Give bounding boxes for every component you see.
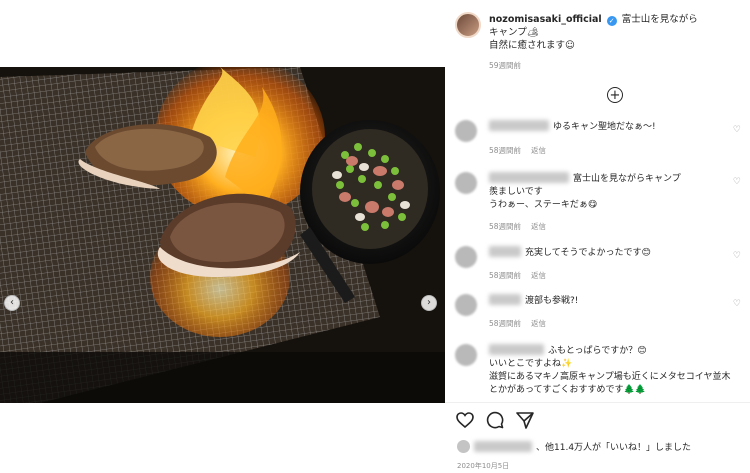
- comment-like-icon[interactable]: ♡: [733, 124, 741, 137]
- comment-avatar[interactable]: [455, 344, 477, 366]
- likes-text: 、他11.4万人が「いいね！」しました: [536, 443, 692, 453]
- comment-time: 58週間前: [489, 222, 522, 231]
- comment-like-icon[interactable]: ♡: [733, 298, 741, 311]
- post-caption: nozomisasaki_official ✓ 富士山を見ながら キャンプ🏕 自…: [489, 13, 739, 52]
- heart-icon[interactable]: [455, 410, 475, 430]
- comment-text: 渡部も参戦?!: [525, 296, 579, 306]
- comment-avatar[interactable]: [455, 246, 477, 268]
- photo-area: ‹ ›: [0, 0, 445, 473]
- comment-text-line2: いいとこですよね✨: [489, 359, 573, 369]
- actions-divider: [445, 402, 750, 403]
- likes-summary[interactable]: 、他11.4万人が「いいね！」しました: [457, 440, 691, 453]
- author-username[interactable]: nozomisasaki_official: [489, 14, 602, 25]
- reply-link[interactable]: 返信: [531, 319, 546, 328]
- grill-photo-illustration: [0, 67, 445, 403]
- add-comment-icon[interactable]: +: [607, 87, 623, 103]
- post-date: 2020年10月5日: [457, 462, 510, 470]
- commenter-name[interactable]: [489, 344, 544, 355]
- commenter-name[interactable]: [489, 246, 521, 257]
- commenter-name[interactable]: [489, 294, 521, 305]
- commenter-name[interactable]: [489, 120, 549, 131]
- commenter-name[interactable]: [489, 172, 569, 183]
- comment-time: 58週間前: [489, 319, 522, 328]
- reply-link[interactable]: 返信: [531, 146, 546, 155]
- comment-text-line3: 滋賀にあるマキノ高原キャンプ場も近くにメタセコイヤ並木: [489, 372, 731, 382]
- comment-avatar[interactable]: [455, 120, 477, 142]
- post-photo[interactable]: ‹ ›: [0, 67, 445, 403]
- caption-line1: 富士山を見ながら: [621, 14, 698, 25]
- comment-text-line4: とかがあってすごくおすすめです🌲🌲: [489, 385, 646, 395]
- post-actions: [455, 410, 535, 430]
- comment-like-icon[interactable]: ♡: [733, 250, 741, 263]
- reply-link[interactable]: 返信: [531, 271, 546, 280]
- liker-name: [474, 441, 532, 452]
- comment-time: 58週間前: [489, 271, 522, 280]
- comment-avatar[interactable]: [455, 294, 477, 316]
- comment-like-icon[interactable]: ♡: [733, 176, 741, 189]
- carousel-next-icon[interactable]: ›: [421, 295, 437, 311]
- comment-icon[interactable]: [485, 410, 505, 430]
- share-icon[interactable]: [515, 410, 535, 430]
- comment-text-line3: うわぁー、ステーキだぁ😋: [489, 200, 598, 210]
- caption-line3: 自然に癒されます☺: [489, 40, 575, 51]
- comment-time: 58週間前: [489, 146, 522, 155]
- carousel-prev-icon[interactable]: ‹: [4, 295, 20, 311]
- verified-icon: ✓: [606, 16, 617, 26]
- post-panel: nozomisasaki_official ✓ 富士山を見ながら キャンプ🏕 自…: [445, 0, 750, 473]
- comment-text: 富士山を見ながらキャンプ: [573, 174, 681, 184]
- caption-line2: キャンプ🏕: [489, 27, 539, 38]
- comment-text-line2: 羨ましいです: [489, 187, 543, 197]
- caption-time: 59週間前: [489, 61, 522, 70]
- comment-text: ゆるキャン聖地だなぁ～!: [553, 122, 656, 132]
- author-avatar[interactable]: [455, 12, 481, 38]
- reply-link[interactable]: 返信: [531, 222, 546, 231]
- comment-avatar[interactable]: [455, 172, 477, 194]
- comment-text: 充実してそうでよかったです😊: [525, 248, 651, 258]
- liker-avatar: [457, 440, 470, 453]
- comment-text: ふもとっぱらですか？😊: [548, 346, 647, 356]
